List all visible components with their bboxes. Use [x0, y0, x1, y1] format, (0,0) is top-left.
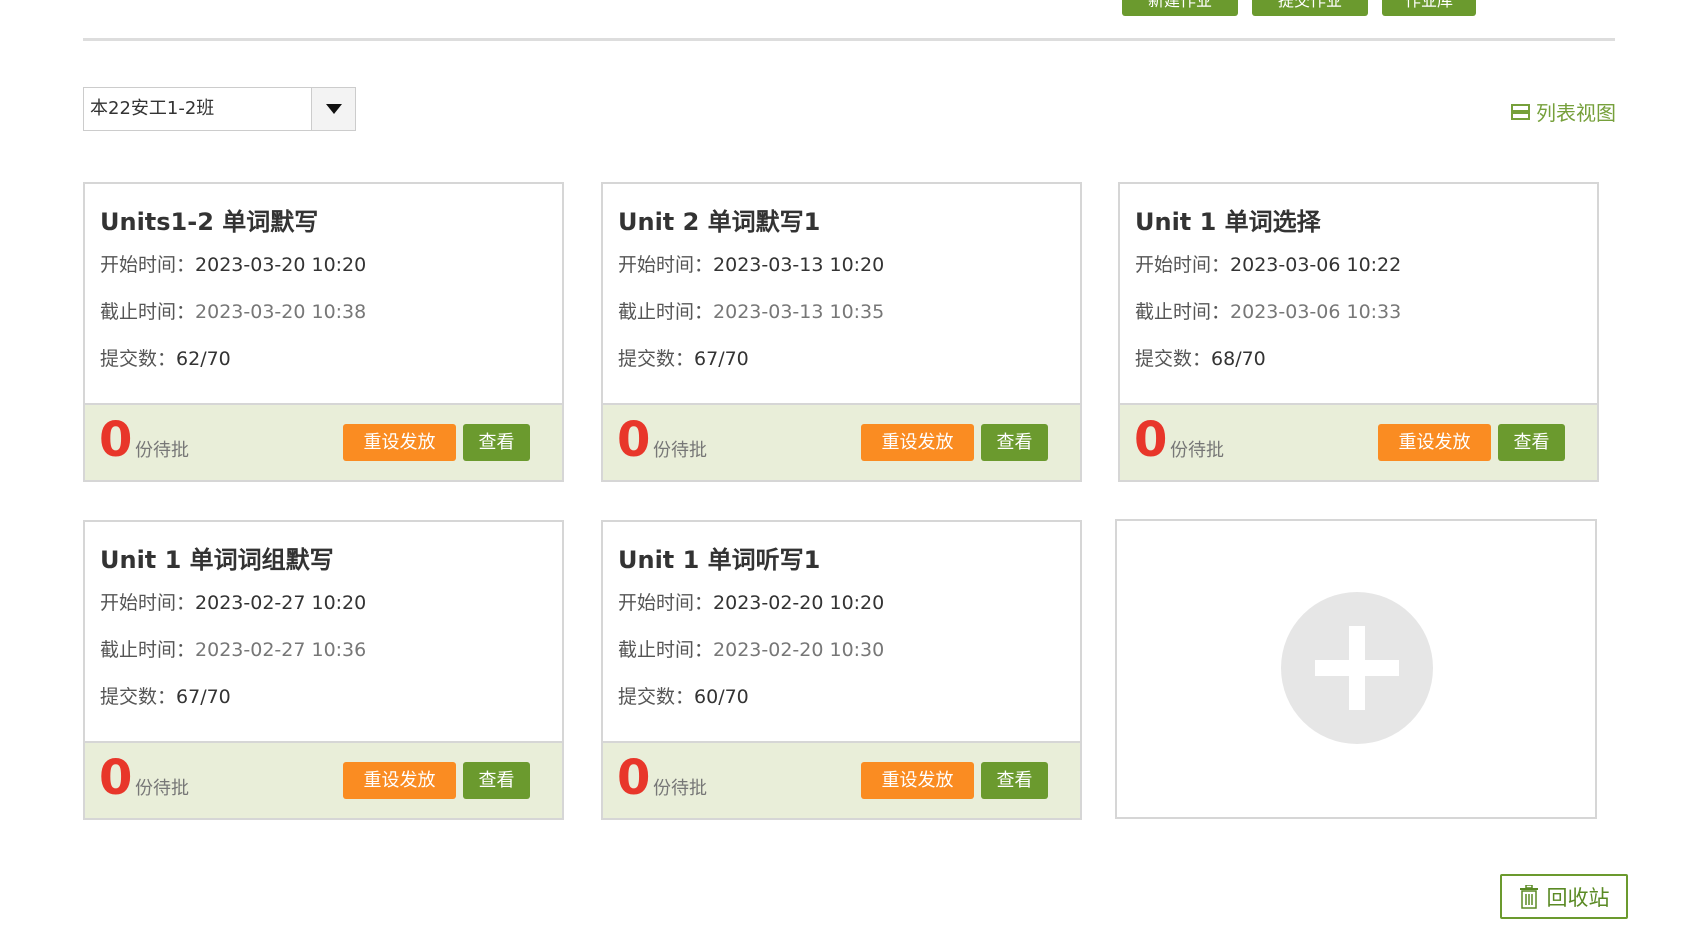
start-time-label: 开始时间： [100, 592, 196, 614]
recycle-bin-label: 回收站 [1546, 885, 1610, 910]
card-footer: 0 份待批 重设发放 查看 [603, 403, 1080, 480]
pending-label: 份待批 [135, 440, 189, 461]
submission-count-label: 提交数： [100, 686, 177, 708]
end-time-row: 截止时间：2023-02-20 10:30 [618, 635, 884, 662]
assignment-card: Unit 1 单词选择 开始时间：2023-03-06 10:22 截止时间：202… [1118, 182, 1599, 482]
chevron-down-icon [325, 104, 342, 114]
submission-count-value: 68/70 [1211, 348, 1266, 370]
card-title: Unit 1 单词听写1 [618, 546, 821, 574]
start-time-label: 开始时间： [618, 254, 714, 276]
pending-label: 份待批 [1170, 440, 1224, 461]
start-time-label: 开始时间： [618, 592, 714, 614]
start-time-value: 2023-02-27 10:20 [195, 592, 367, 614]
start-time-value: 2023-03-06 10:22 [1230, 254, 1402, 276]
trash-icon [1519, 884, 1538, 909]
assignment-card: Unit 1 单词词组默写 开始时间：2023-02-27 10:20 截止时间：2… [83, 520, 564, 820]
end-time-value: 2023-02-20 10:30 [713, 639, 885, 661]
card-title: Unit 2 单词默写1 [618, 208, 821, 236]
end-time-label: 截止时间： [100, 639, 196, 661]
end-time-label: 截止时间： [618, 639, 714, 661]
start-time-row: 开始时间：2023-03-13 10:20 [618, 250, 884, 277]
view-button[interactable]: 查看 [981, 762, 1048, 799]
submission-count-row: 提交数：67/70 [100, 682, 231, 709]
assignment-card: Unit 1 单词听写1 开始时间：2023-02-20 10:20 截止时间：20… [601, 520, 1082, 820]
view-button[interactable]: 查看 [981, 424, 1048, 461]
start-time-label: 开始时间： [1135, 254, 1231, 276]
submission-count-row: 提交数：68/70 [1135, 344, 1266, 371]
start-time-row: 开始时间：2023-02-20 10:20 [618, 588, 884, 615]
end-time-value: 2023-03-13 10:35 [713, 301, 885, 323]
card-title: Unit 1 单词选择 [1135, 208, 1321, 236]
submission-count-label: 提交数： [1135, 348, 1212, 370]
submission-count-value: 60/70 [694, 686, 749, 708]
pending-count: 0 [617, 750, 651, 806]
top-action-bar: 新建作业 提交作业 作业库 [1122, 0, 1476, 16]
end-time-label: 截止时间： [618, 301, 714, 323]
submission-count-value: 62/70 [176, 348, 231, 370]
pending-count: 0 [1134, 412, 1168, 468]
class-select[interactable]: 本22安工1-2班 [83, 87, 356, 131]
pending-count: 0 [99, 412, 133, 468]
assignment-card: Unit 2 单词默写1 开始时间：2023-03-13 10:20 截止时间：20… [601, 182, 1082, 482]
submission-count-row: 提交数：62/70 [100, 344, 231, 371]
end-time-row: 截止时间：2023-03-20 10:38 [100, 297, 366, 324]
end-time-row: 截止时间：2023-02-27 10:36 [100, 635, 366, 662]
assignment-card: Units1-2 单词默写 开始时间：2023-03-20 10:20 截止时间：2… [83, 182, 564, 482]
submission-count-row: 提交数：60/70 [618, 682, 749, 709]
list-view-icon [1511, 103, 1530, 120]
card-footer: 0 份待批 重设发放 查看 [85, 741, 562, 818]
submission-count-label: 提交数： [618, 686, 695, 708]
view-button[interactable]: 查看 [463, 762, 530, 799]
submission-count-value: 67/70 [176, 686, 231, 708]
reissue-button[interactable]: 重设发放 [861, 762, 974, 799]
view-button[interactable]: 查看 [1498, 424, 1565, 461]
card-title: Unit 1 单词词组默写 [100, 546, 334, 574]
reissue-button[interactable]: 重设发放 [343, 762, 456, 799]
reissue-button[interactable]: 重设发放 [1378, 424, 1491, 461]
assignment-library-button[interactable]: 作业库 [1382, 0, 1476, 16]
reissue-button[interactable]: 重设发放 [343, 424, 456, 461]
start-time-row: 开始时间：2023-03-06 10:22 [1135, 250, 1401, 277]
plus-circle [1281, 592, 1433, 744]
end-time-value: 2023-03-06 10:33 [1230, 301, 1402, 323]
list-view-toggle[interactable]: 列表视图 [1511, 97, 1616, 126]
view-button[interactable]: 查看 [463, 424, 530, 461]
end-time-row: 截止时间：2023-03-13 10:35 [618, 297, 884, 324]
card-footer: 0 份待批 重设发放 查看 [1120, 403, 1597, 480]
list-view-label: 列表视图 [1536, 101, 1616, 125]
pending-label: 份待批 [653, 440, 707, 461]
end-time-value: 2023-02-27 10:36 [195, 639, 367, 661]
start-time-row: 开始时间：2023-02-27 10:20 [100, 588, 366, 615]
start-time-value: 2023-03-13 10:20 [713, 254, 885, 276]
card-footer: 0 份待批 重设发放 查看 [603, 741, 1080, 818]
submission-count-label: 提交数： [100, 348, 177, 370]
submission-count-label: 提交数： [618, 348, 695, 370]
start-time-value: 2023-03-20 10:20 [195, 254, 367, 276]
end-time-label: 截止时间： [1135, 301, 1231, 323]
pending-label: 份待批 [653, 778, 707, 799]
pending-count: 0 [99, 750, 133, 806]
start-time-row: 开始时间：2023-03-20 10:20 [100, 250, 366, 277]
dropdown-arrow[interactable] [311, 88, 355, 130]
reissue-button[interactable]: 重设发放 [861, 424, 974, 461]
end-time-row: 截止时间：2023-03-06 10:33 [1135, 297, 1401, 324]
submit-assignment-button[interactable]: 提交作业 [1252, 0, 1368, 16]
submission-count-row: 提交数：67/70 [618, 344, 749, 371]
card-footer: 0 份待批 重设发放 查看 [85, 403, 562, 480]
card-title: Units1-2 单词默写 [100, 208, 319, 236]
pending-count: 0 [617, 412, 651, 468]
add-assignment-card[interactable] [1115, 519, 1597, 819]
submission-count-value: 67/70 [694, 348, 749, 370]
start-time-label: 开始时间： [100, 254, 196, 276]
end-time-label: 截止时间： [100, 301, 196, 323]
recycle-bin-button[interactable]: 回收站 [1500, 874, 1628, 919]
header-divider [83, 38, 1615, 41]
plus-icon [1315, 626, 1399, 710]
class-select-value: 本22安工1-2班 [90, 98, 215, 119]
end-time-value: 2023-03-20 10:38 [195, 301, 367, 323]
pending-label: 份待批 [135, 778, 189, 799]
start-time-value: 2023-02-20 10:20 [713, 592, 885, 614]
new-assignment-button[interactable]: 新建作业 [1122, 0, 1238, 16]
